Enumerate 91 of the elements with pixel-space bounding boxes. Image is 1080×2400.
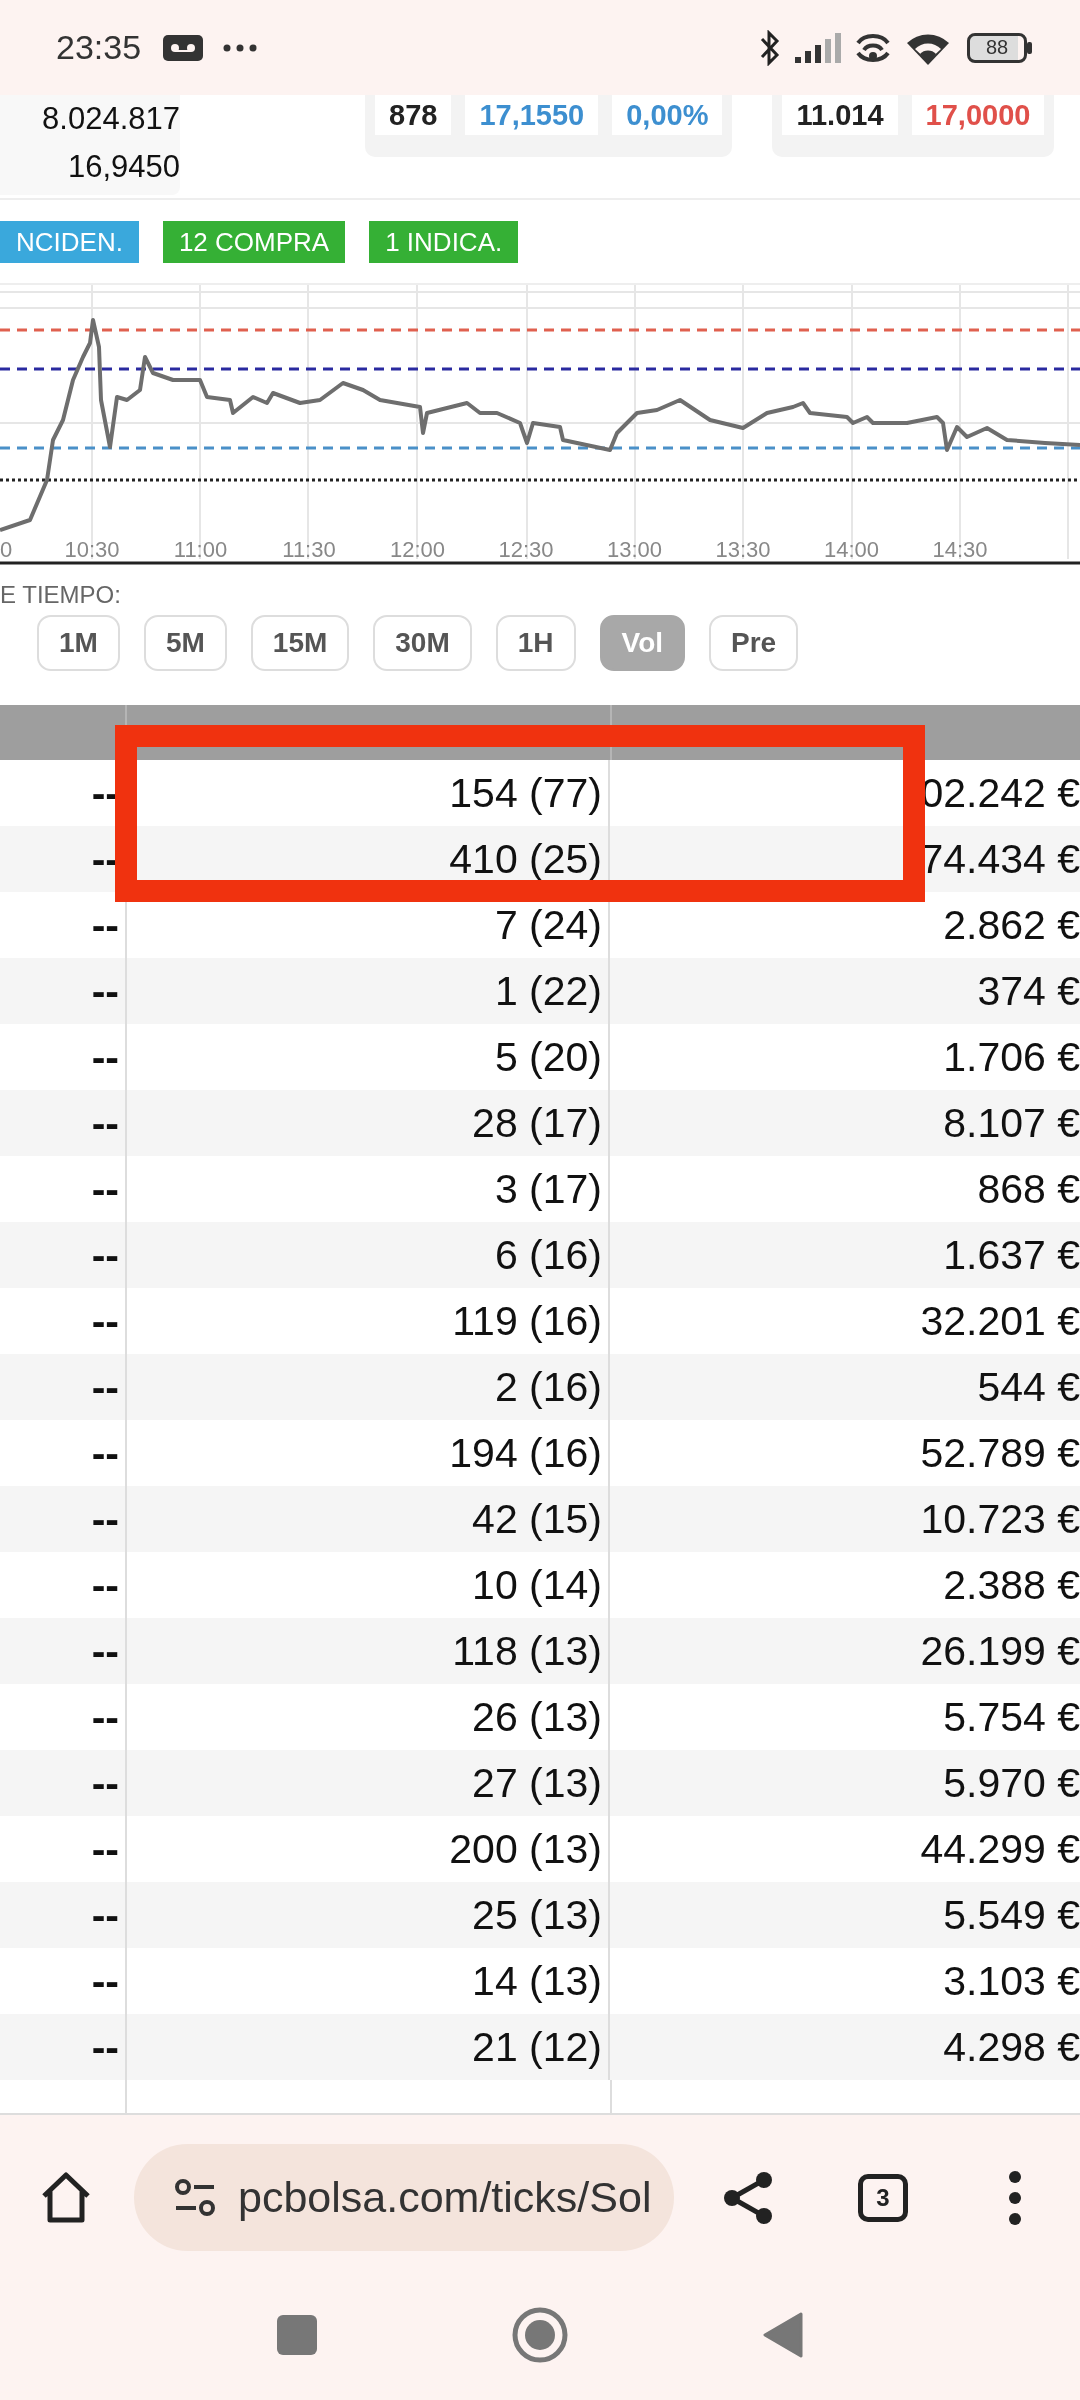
table-cell-text: -- (90, 1693, 120, 1742)
table-cell-text: 44.299 € (919, 1825, 1080, 1874)
more-notifications-icon (223, 43, 258, 52)
table-cell: 42 (15) (125, 1486, 610, 1552)
table-cell-text: 52.789 € (919, 1429, 1080, 1478)
battery-tip-icon (1027, 41, 1032, 54)
signal-icon (795, 32, 841, 63)
quote-value: 0,00% (612, 95, 723, 135)
signal-tag: 12 COMPRA (162, 220, 346, 263)
time-axis-label: 13:30 (715, 537, 771, 562)
time-axis-label: 14:30 (932, 537, 988, 562)
bluetooth-icon (759, 29, 781, 66)
time-axis-label: 14:00 (823, 537, 880, 562)
time-axis-label: 10:30 (64, 537, 120, 562)
table-cell-text: 26.199 € (919, 1627, 1080, 1676)
table-cell-text: -- (90, 2023, 120, 2072)
quote-value: 878 (375, 95, 452, 135)
table-cell-text: -- (90, 1165, 120, 1214)
quote-value: 17,1550 (465, 95, 599, 135)
table-cell-text: 1.706 € (942, 1033, 1080, 1082)
table-cell-text: 868 € (976, 1165, 1080, 1214)
back-button-icon (763, 2312, 803, 2358)
table-cell: 410 (25) (125, 826, 610, 892)
table-cell-text: 5.970 € (942, 1759, 1080, 1808)
interval-label: E TIEMPO: (0, 581, 121, 608)
recents-button-icon (277, 2315, 317, 2355)
table-cell-text: -- (90, 1297, 120, 1346)
time-axis-label: 11:00 (173, 537, 228, 562)
summary-value: 8.024.817 (42, 100, 180, 138)
table-cell-text: -- (90, 1363, 120, 1412)
table-cell-text: 74.434 € (919, 835, 1080, 884)
url-text: pcbolsa.com/ticks/Sol (238, 2172, 652, 2224)
home-icon (40, 2171, 92, 2224)
table-cell: 25 (13) (125, 1882, 610, 1948)
signal-tag: 1 INDICA. (369, 220, 519, 263)
time-axis-label: 13:00 (606, 537, 663, 562)
table-cell-text: 2.388 € (942, 1561, 1080, 1610)
table-cell-text: 32.201 € (919, 1297, 1080, 1346)
table-cell-text: -- (90, 1957, 120, 2006)
more-menu-icon (1008, 2169, 1022, 2226)
table-cell-text: 1.637 € (942, 1231, 1080, 1280)
table-cell-text: 3.103 € (942, 1957, 1080, 2006)
address-bar[interactable]: pcbolsa.com/ticks/Sol (134, 2144, 674, 2251)
tab-count-button[interactable]: 3 (858, 2173, 908, 2222)
table-cell: 6 (16) (125, 1222, 610, 1288)
table-cell-text: -- (90, 1627, 120, 1676)
time-axis-label: 12:30 (498, 537, 554, 562)
interval-button[interactable]: 5M (143, 615, 227, 671)
interval-button[interactable]: 15M (250, 615, 350, 671)
table-cell-text: 02.242 € (919, 769, 1080, 818)
table-cell: 27 (13) (125, 1750, 610, 1816)
table-cell-text: -- (90, 1495, 120, 1544)
time-axis-label: 11:30 (282, 537, 336, 562)
voicemail-icon (163, 34, 204, 61)
status-time: 23:35 (56, 27, 142, 68)
table-cell-text: -- (90, 1033, 120, 1082)
table-cell-text: 5.754 € (942, 1693, 1080, 1742)
battery-indicator: 88 (967, 32, 1027, 63)
interval-button[interactable]: 30M (373, 615, 472, 671)
table-cell-text: 8.107 € (942, 1099, 1080, 1148)
table-cell-text: -- (90, 1231, 120, 1280)
quote-value: 17,0000 (911, 95, 1045, 135)
interval-button[interactable]: Pre (709, 615, 799, 671)
time-axis-label: 0 (0, 537, 13, 562)
table-cell-text: -- (90, 901, 120, 950)
table-cell: 28 (17) (125, 1090, 610, 1156)
quote-value: 11.014 (782, 95, 898, 135)
table-cell: 1 (22) (125, 958, 610, 1024)
signal-tag: NCIDEN. (0, 220, 139, 263)
table-cell-text: -- (90, 967, 120, 1016)
table-cell-text: 5.549 € (942, 1891, 1080, 1940)
site-settings-icon (174, 2176, 216, 2219)
time-axis-label: 12:00 (389, 537, 446, 562)
table-cell-text: -- (90, 1099, 120, 1148)
table-cell-text: 2.862 € (942, 901, 1080, 950)
table-cell-text: -- (90, 1825, 120, 1874)
table-cell-text: -- (90, 1759, 120, 1808)
table-cell-text: 10.723 € (919, 1495, 1080, 1544)
summary-value: 16,9450 (67, 148, 180, 186)
interval-button[interactable]: 1H (495, 615, 576, 671)
table-cell: 118 (13) (125, 1618, 610, 1684)
table-cell-text: 4.298 € (942, 2023, 1080, 2072)
interval-button[interactable]: 1M (37, 615, 120, 671)
table-cell-text: -- (90, 1561, 120, 1610)
table-cell: 21 (12) (125, 2014, 610, 2080)
home-button-icon (512, 2307, 568, 2363)
table-cell: 2 (16) (125, 1354, 610, 1420)
table-cell-text: 374 € (976, 967, 1080, 1016)
table-cell-text: -- (90, 1429, 120, 1478)
table-cell-text: 544 € (976, 1363, 1080, 1412)
table-cell-text: -- (90, 1891, 120, 1940)
